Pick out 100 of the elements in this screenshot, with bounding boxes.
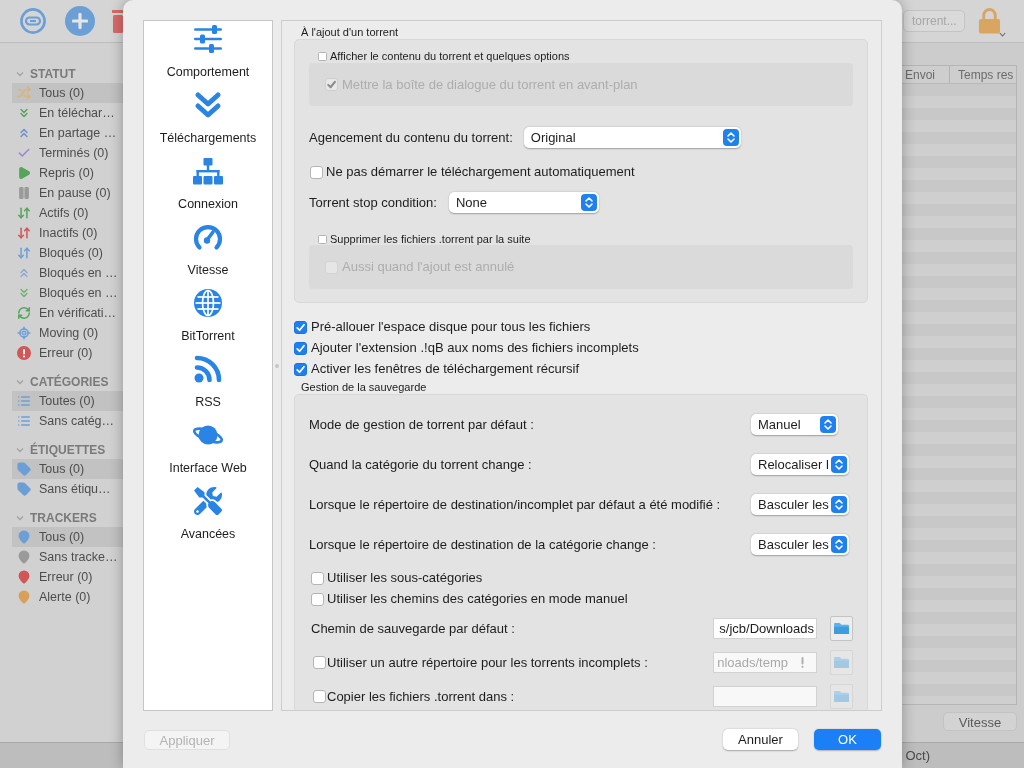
tools-icon [194,487,222,515]
field-label: Copier les fichiers .torrent dans : [327,688,515,705]
lock-icon[interactable] [978,7,1001,35]
group-title: Gestion de la sauvegarde [301,381,427,394]
sidebar-item[interactable]: Bloqués en … [12,283,123,303]
sidebar-item[interactable]: Toutes (0) [12,391,123,411]
sidebar-item[interactable]: Inactifs (0) [12,223,123,243]
map-pin-icon [17,570,31,584]
sidebar-item[interactable]: Erreur (0) [12,567,123,587]
chevrons-up-icon [17,126,31,140]
sidebar-item[interactable]: Erreur (0) [12,343,123,363]
checkbox[interactable] [310,165,323,179]
group-title: À l'ajout d'un torrent [301,26,399,39]
sidebar-item[interactable]: Bloqués (0) [12,243,123,263]
sidebar-item[interactable]: En pause (0) [12,183,123,203]
splitter-handle[interactable] [275,363,279,368]
cancel-button[interactable]: Annuler [723,729,798,750]
sidebar-item[interactable]: Sans tracke… [12,547,123,567]
sidebar-item[interactable]: En partage … [12,123,123,143]
checkbox-label: Ne pas démarrer le téléchargement automatiquement [326,164,635,180]
dropdown[interactable]: Original [523,127,741,148]
stepper-icon [580,194,597,211]
status-text: Oct) [905,746,930,765]
sidebar-item[interactable]: Sans catég… [12,411,123,431]
field-label: Mode de gestion de torrent par défaut : [309,416,534,433]
sidebar-item[interactable]: Actifs (0) [12,203,123,223]
list-icon [17,414,31,428]
category-item[interactable]: Avancées [144,483,272,549]
map-pin-icon [17,550,31,564]
sidebar-item[interactable]: Tous (0) [12,83,123,103]
section-header: STATUT [30,67,76,81]
category-item[interactable]: Vitesse [144,219,272,285]
link-icon[interactable] [20,8,46,34]
column-header[interactable]: Envoi [903,66,950,83]
map-pin-icon [17,590,31,604]
checkbox[interactable] [318,52,327,61]
category-item[interactable]: Connexion [144,153,272,219]
sidebar-item[interactable]: En téléchar… [12,103,123,123]
category-item[interactable]: BitTorrent [144,285,272,351]
sidebar-item[interactable]: En vérificati… [12,303,123,323]
chevron-down-icon[interactable] [16,514,24,522]
section-header: CATÉGORIES [30,375,109,389]
sidebar-item[interactable]: Moving (0) [12,323,123,343]
sidebar-item[interactable]: Bloqués en … [12,263,123,283]
sliders-icon [193,25,223,53]
pause-icon [17,186,31,200]
caret-icon[interactable] [999,32,1006,37]
field-label: Lorsque le répertoire de destination de la catégorie change : [309,536,656,553]
category-item[interactable]: Téléchargements [144,87,272,153]
chevrons-down-icon [17,286,31,300]
sidebar-item[interactable]: Repris (0) [12,163,123,183]
checkbox[interactable] [318,234,327,244]
globe-icon [194,289,222,317]
checkbox[interactable] [294,362,307,376]
sidebar-item[interactable]: Tous (0) [12,527,123,547]
sidebar-item[interactable]: Terminés (0) [12,143,123,163]
chevron-down-icon[interactable] [16,446,24,454]
trash-icon[interactable] [112,8,123,34]
chevrons-down-icon [17,106,31,120]
field-label: Utiliser un autre répertoire pour les torrents incomplets : [327,654,648,671]
field-label: Agencement du contenu du torrent: [309,129,513,146]
column-header[interactable]: Temps res [950,66,1016,83]
checkbox[interactable] [294,341,307,355]
category-item[interactable]: Interface Web [144,417,272,483]
sidebar-item[interactable]: Alerte (0) [12,587,123,607]
checkbox[interactable] [294,320,307,334]
field-label: Quand la catégorie du torrent change : [309,456,532,473]
tag-icon [17,482,31,496]
checkbox-label: Pré-allouer l'espace disque pour tous les fichiers [311,319,591,335]
sidebar-item[interactable]: Tous (0) [12,459,123,479]
folder-icon [833,690,850,703]
check-icon [17,146,31,160]
checkbox-label: Activer les fenêtres de téléchargement récursif [311,361,580,377]
tag-icon [17,462,31,476]
dropdown[interactable]: Manuel [751,414,838,435]
plus-icon[interactable] [65,6,95,36]
checkbox-label: Ajouter l'extension .!qB aux noms des fichiers incomplets [311,340,639,356]
path-field[interactable]: s/jcb/Downloads [713,618,817,639]
dropdown[interactable]: Basculer les [751,534,849,555]
dropdown[interactable]: Basculer les [751,494,849,515]
sidebar-item[interactable]: Sans étiqu… [12,479,123,499]
chevron-down-icon[interactable] [16,378,24,386]
chevron-down-icon[interactable] [16,70,24,78]
arrows-up-down-icon [17,246,31,260]
ok-button[interactable]: OK [814,729,881,750]
checkbox[interactable] [311,571,324,585]
chevrons-up-icon [17,266,31,280]
category-item[interactable]: Comportement [144,21,272,87]
speed-button[interactable]: Vitesse [943,712,1017,731]
dropdown[interactable]: Relocaliser l [751,454,849,475]
stepper-icon [820,416,836,433]
shuffle-icon [17,86,31,100]
stepper-icon [722,129,739,146]
folder-icon [833,622,850,635]
checkbox[interactable] [311,592,324,606]
stepper-icon [831,456,847,473]
alert-icon [17,346,31,360]
category-item[interactable]: RSS [144,351,272,417]
dropdown[interactable]: None [448,192,599,213]
folder-button[interactable] [830,616,853,641]
